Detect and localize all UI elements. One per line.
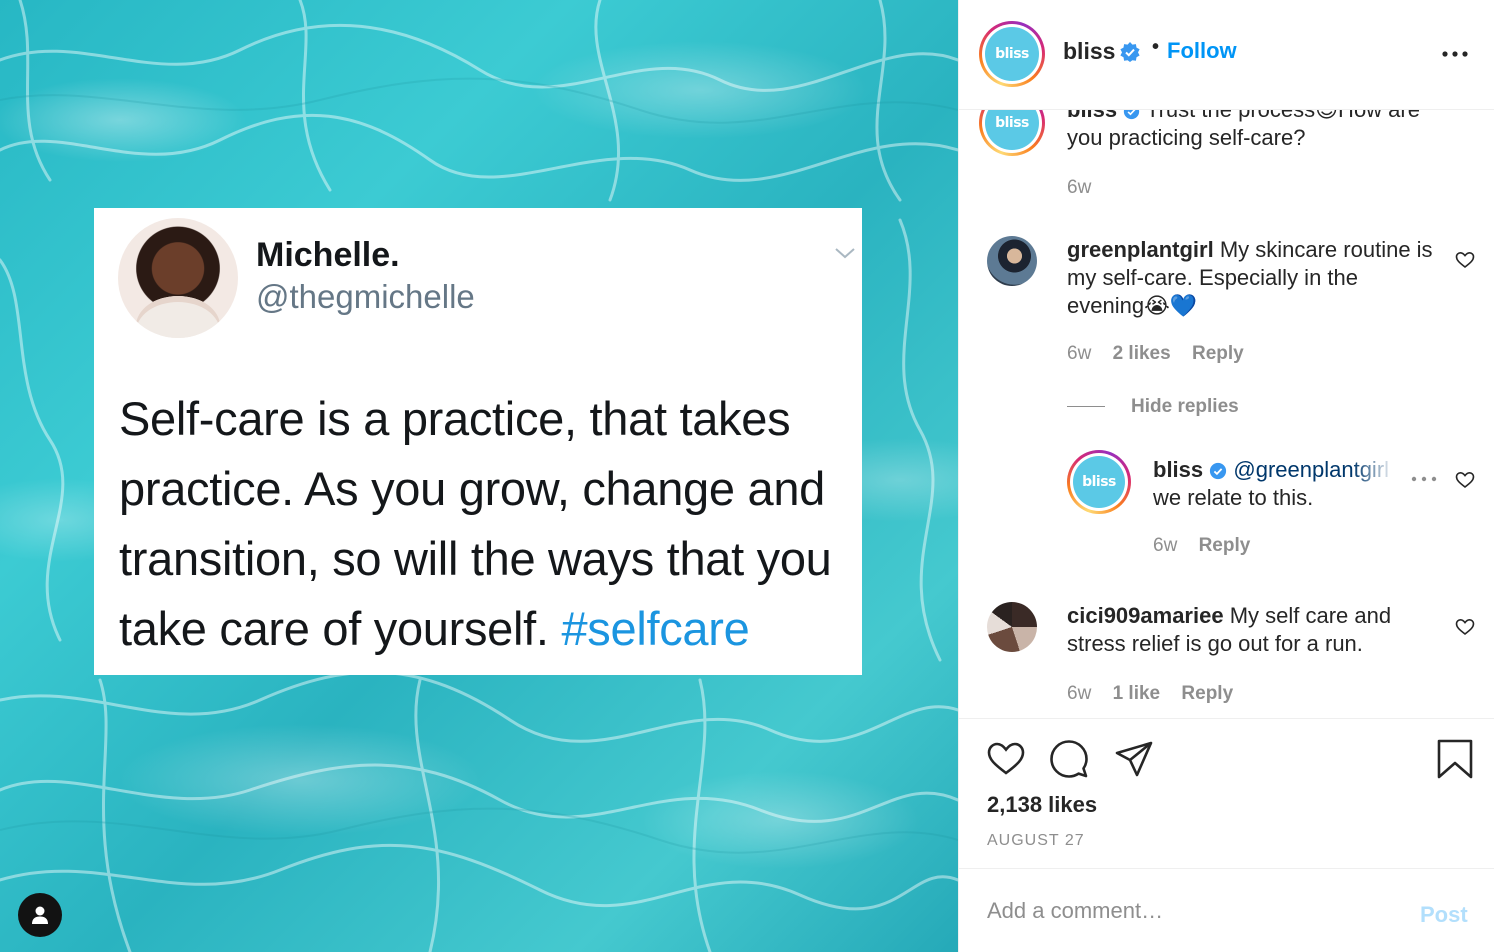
chevron-down-icon xyxy=(835,248,855,259)
post-image[interactable]: Michelle. @thegmichelle Self-care is a p… xyxy=(0,0,958,952)
reply-username[interactable]: bliss xyxy=(1153,457,1203,482)
comment-likes[interactable]: 2 likes xyxy=(1113,343,1171,364)
comment-username[interactable]: cici909amariee xyxy=(1067,603,1224,628)
share-paper-plane-icon[interactable] xyxy=(1114,739,1154,779)
more-horizontal-icon[interactable] xyxy=(1441,44,1469,64)
tweet-text: Self-care is a practice, that takes prac… xyxy=(119,392,832,655)
tweet-author-handle: @thegmichelle xyxy=(256,278,475,315)
hide-replies-button[interactable]: Hide replies xyxy=(1131,396,1239,418)
commenter-avatar[interactable] xyxy=(987,602,1037,652)
comment-text: greenplantgirl My skincare routine is my… xyxy=(1067,237,1433,318)
user-tag-button[interactable] xyxy=(18,893,62,937)
text-fade xyxy=(1353,450,1413,486)
author-avatar[interactable]: bliss xyxy=(979,21,1045,87)
commenter-avatar[interactable] xyxy=(987,236,1037,286)
post-header: bliss bliss • Follow xyxy=(959,0,1494,110)
reply-text: we relate to this. xyxy=(1153,485,1314,510)
reply-avatar[interactable]: bliss xyxy=(1067,450,1131,514)
follow-button[interactable]: Follow xyxy=(1167,38,1237,64)
like-heart-icon[interactable] xyxy=(986,739,1026,779)
replies-divider xyxy=(1067,406,1105,407)
author-username[interactable]: bliss xyxy=(1063,38,1115,65)
heart-icon[interactable] xyxy=(1455,617,1475,637)
reply-button[interactable]: Reply xyxy=(1199,535,1251,556)
comments-list[interactable]: bliss bliss Trust the process😌How are yo… xyxy=(959,110,1494,718)
likes-count[interactable]: 2,138 likes xyxy=(987,792,1097,818)
reply-meta: 6w Reply xyxy=(1153,535,1266,557)
post-button[interactable]: Post xyxy=(1420,902,1468,928)
post-sidebar: bliss bliss • Follow bliss bliss Trust t… xyxy=(958,0,1494,952)
caption-time: 6w xyxy=(1067,177,1092,198)
bliss-logo: bliss xyxy=(1073,456,1125,508)
verified-badge-icon xyxy=(1124,110,1140,119)
reply-button[interactable]: Reply xyxy=(1181,683,1233,704)
comment-text: cici909amariee My self care and stress r… xyxy=(1067,603,1392,656)
reply-button[interactable]: Reply xyxy=(1192,343,1244,364)
heart-icon[interactable] xyxy=(1455,250,1475,270)
comment-meta: 6w 1 like Reply xyxy=(1067,683,1249,705)
tweet-card: Michelle. @thegmichelle Self-care is a p… xyxy=(94,208,862,675)
person-icon xyxy=(32,906,48,924)
bliss-logo: bliss xyxy=(985,27,1039,81)
heart-icon[interactable] xyxy=(1455,470,1475,490)
bliss-logo: bliss xyxy=(985,110,1039,150)
comment-input[interactable] xyxy=(987,895,1407,927)
caption-avatar[interactable]: bliss xyxy=(979,110,1045,156)
comment-bubble-icon[interactable] xyxy=(1049,739,1089,779)
comment-username[interactable]: greenplantgirl xyxy=(1067,237,1214,262)
comment-time: 6w xyxy=(1067,343,1092,364)
comment-time: 6w xyxy=(1067,683,1092,704)
caption-text-line2: you practicing self-care? xyxy=(1067,125,1306,150)
verified-badge-icon xyxy=(1120,42,1140,62)
tweet-hashtag: #selfcare xyxy=(561,602,750,655)
post-date[interactable]: AUGUST 27 xyxy=(987,832,1085,850)
header-separator: • xyxy=(1152,36,1160,58)
more-horizontal-icon[interactable] xyxy=(1411,474,1437,484)
caption-text-line1: bliss Trust the process😌How are xyxy=(1067,110,1467,124)
reply-time: 6w xyxy=(1153,535,1178,556)
action-bar: 2,138 likes AUGUST 27 xyxy=(959,718,1494,868)
bookmark-icon[interactable] xyxy=(1435,739,1475,779)
caption-username[interactable]: bliss xyxy=(1067,110,1117,122)
tweet-author-name: Michelle. xyxy=(256,236,400,274)
caption-meta: 6w xyxy=(1067,177,1107,199)
tweet-avatar xyxy=(118,218,238,338)
verified-badge-icon xyxy=(1210,463,1227,480)
add-comment-bar: Post xyxy=(959,868,1494,952)
comment-meta: 6w 2 likes Reply xyxy=(1067,343,1260,365)
comment-likes[interactable]: 1 like xyxy=(1113,683,1161,704)
